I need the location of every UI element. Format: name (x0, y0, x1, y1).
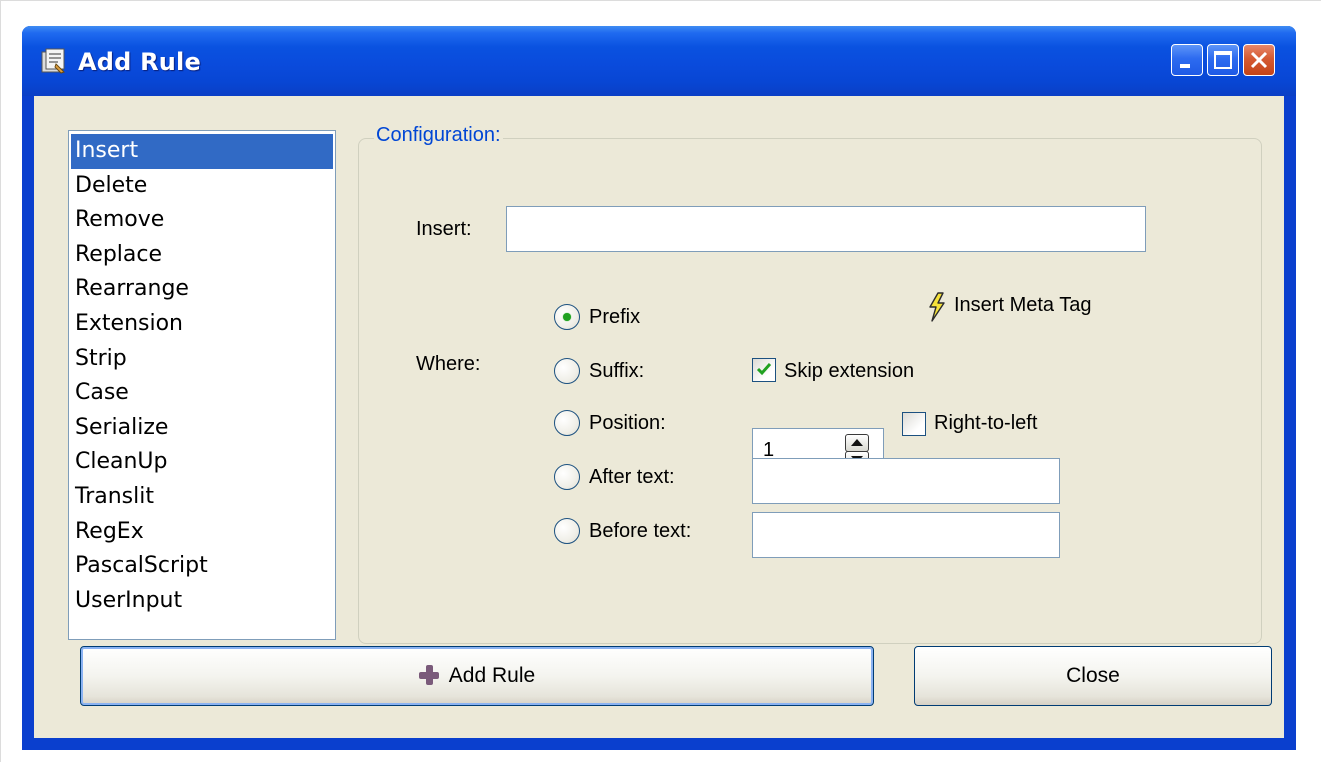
where-label: Where: (416, 353, 481, 375)
add-rule-button[interactable]: Add Rule (80, 646, 874, 706)
spin-up-button[interactable] (845, 434, 869, 452)
skip-extension-label[interactable]: Skip extension (784, 360, 914, 383)
minimize-button[interactable] (1171, 44, 1203, 76)
plus-icon (418, 665, 439, 685)
title-bar[interactable]: Add Rule (22, 26, 1296, 96)
position-radio[interactable] (554, 410, 580, 436)
rule-list-item[interactable]: Replace (71, 238, 333, 273)
insert-meta-tag-label: Insert Meta Tag (954, 294, 1092, 316)
before-text-radio[interactable] (554, 518, 580, 544)
rule-list-item[interactable]: Translit (71, 480, 333, 515)
rule-type-list[interactable]: Insert Delete Remove Replace Rearrange E… (68, 130, 336, 640)
rule-app-icon (41, 48, 65, 74)
rule-list-item[interactable]: Serialize (71, 411, 333, 446)
radio-selected-dot (563, 313, 571, 321)
close-window-button[interactable] (1243, 44, 1275, 76)
rule-list-item[interactable]: Rearrange (71, 272, 333, 307)
dialog-client-area: Insert Delete Remove Replace Rearrange E… (34, 96, 1284, 738)
maximize-button[interactable] (1207, 44, 1239, 76)
rule-list-item[interactable]: UserInput (71, 584, 333, 619)
after-text-radio[interactable] (554, 464, 580, 490)
lightning-bolt-icon (929, 292, 945, 322)
rule-list-item[interactable]: CleanUp (71, 445, 333, 480)
close-icon (1250, 51, 1268, 69)
page-border-top (0, 0, 1321, 1)
prefix-label[interactable]: Prefix (589, 306, 640, 329)
window-title: Add Rule (78, 48, 201, 76)
position-label[interactable]: Position: (589, 412, 666, 435)
right-to-left-checkbox[interactable] (902, 412, 926, 436)
configuration-legend: Configuration: (374, 124, 503, 147)
after-text-label[interactable]: After text: (589, 466, 675, 489)
insert-label: Insert: (416, 218, 472, 240)
rule-list-item[interactable]: Delete (71, 169, 333, 204)
suffix-radio[interactable] (554, 358, 580, 384)
add-rule-dialog: Add Rule Insert Delete Remove Replace Re… (22, 26, 1296, 750)
skip-extension-checkbox[interactable] (752, 358, 776, 382)
rule-list-item[interactable]: Remove (71, 203, 333, 238)
insert-text-field[interactable] (506, 206, 1146, 252)
rule-list-item[interactable]: Strip (71, 342, 333, 377)
rule-list-item[interactable]: RegEx (71, 515, 333, 550)
rule-list-item[interactable]: Insert (71, 134, 333, 169)
add-rule-button-label: Add Rule (448, 664, 536, 687)
right-to-left-label[interactable]: Right-to-left (934, 412, 1037, 435)
arrow-up-icon (851, 439, 863, 446)
maximize-icon (1214, 51, 1232, 69)
before-text-label[interactable]: Before text: (589, 520, 691, 543)
rule-list-item[interactable]: Case (71, 376, 333, 411)
close-button-label: Close (1066, 664, 1120, 687)
minimize-icon (1180, 64, 1190, 68)
rule-list-item[interactable]: Extension (71, 307, 333, 342)
suffix-label[interactable]: Suffix: (589, 360, 644, 383)
before-text-field[interactable] (752, 512, 1060, 558)
page-border-left (0, 0, 1, 762)
checkmark-icon (756, 363, 772, 376)
prefix-radio[interactable] (554, 304, 580, 330)
rule-list-item[interactable]: PascalScript (71, 549, 333, 584)
close-button[interactable]: Close (914, 646, 1272, 706)
after-text-field[interactable] (752, 458, 1060, 504)
